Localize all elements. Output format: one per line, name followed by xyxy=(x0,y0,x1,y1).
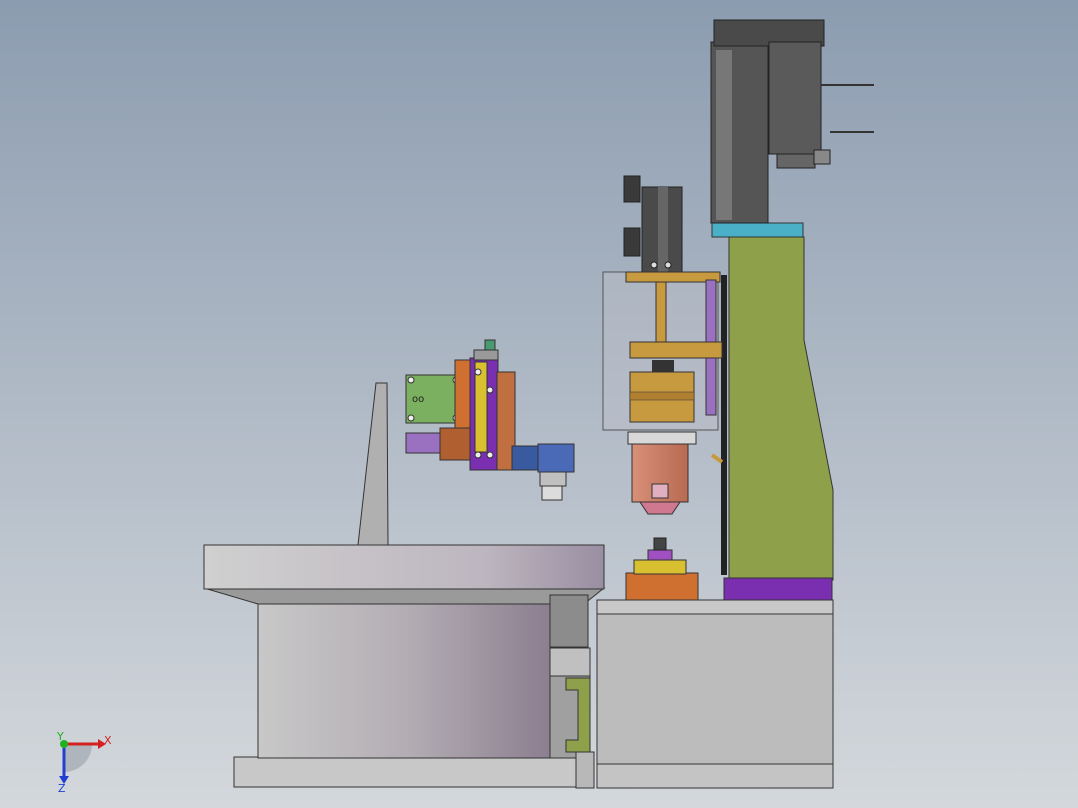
rail-screw xyxy=(474,451,482,459)
rotary-base-step xyxy=(575,751,595,789)
rotary-top-chamfer xyxy=(203,587,606,605)
fixture-yellow-ring xyxy=(633,559,687,575)
steel-nozzle-tip xyxy=(541,485,563,501)
rotary-top-plate xyxy=(203,544,605,590)
spindle-gear-dark xyxy=(652,360,674,372)
rail-screw xyxy=(474,368,482,376)
pneumatic-cylinder-rod xyxy=(658,187,668,272)
black-rail xyxy=(721,275,727,575)
rotary-side-bracket xyxy=(549,594,589,648)
pcb-marking: oo xyxy=(412,394,424,405)
fixture-top-pin xyxy=(653,537,667,551)
cylinder-bolt xyxy=(650,261,658,269)
cyan-mount-plate xyxy=(711,222,804,238)
spindle-shaft xyxy=(655,281,667,345)
rotary-side-plate xyxy=(549,647,591,677)
station-base-top xyxy=(596,599,834,615)
blue-actuator-block xyxy=(511,445,539,471)
yellow-slide-block xyxy=(474,361,488,453)
spindle-lower-ring xyxy=(627,431,697,445)
pcb-screw xyxy=(407,376,415,384)
purple-gripper-arm xyxy=(405,432,443,454)
z-axis-label: Z xyxy=(58,782,66,795)
spindle-collar xyxy=(629,341,723,359)
air-fitting xyxy=(623,175,641,203)
purple-column-foot xyxy=(723,577,833,601)
rotary-cylinder-body xyxy=(257,603,551,759)
cad-viewport[interactable]: oo X Y Z xyxy=(0,0,1078,808)
cylinder-bolt xyxy=(664,261,672,269)
servo-motor-fins xyxy=(716,50,732,220)
servo-motor-tail xyxy=(776,153,816,169)
fixture-base xyxy=(625,572,699,601)
station-base-cabinet xyxy=(596,599,834,789)
tool-clamp xyxy=(651,483,669,499)
rail-screw xyxy=(486,451,494,459)
spindle-housing-band xyxy=(629,391,695,401)
rail-screw xyxy=(486,386,494,394)
top-cap xyxy=(473,349,499,361)
steel-nozzle xyxy=(539,471,567,487)
servo-motor-body xyxy=(768,41,822,155)
air-fitting xyxy=(623,227,641,257)
motor-connector xyxy=(813,149,831,165)
y-axis-label: Y xyxy=(56,730,64,743)
fixture-purple-cap xyxy=(647,549,673,561)
station-base-kick xyxy=(596,763,834,789)
brown-gripper-body xyxy=(439,427,471,461)
rotary-base-plate xyxy=(233,756,587,788)
pcb-screw xyxy=(407,414,415,422)
blue-actuator-end xyxy=(537,443,575,473)
x-axis-label: X xyxy=(104,734,112,747)
